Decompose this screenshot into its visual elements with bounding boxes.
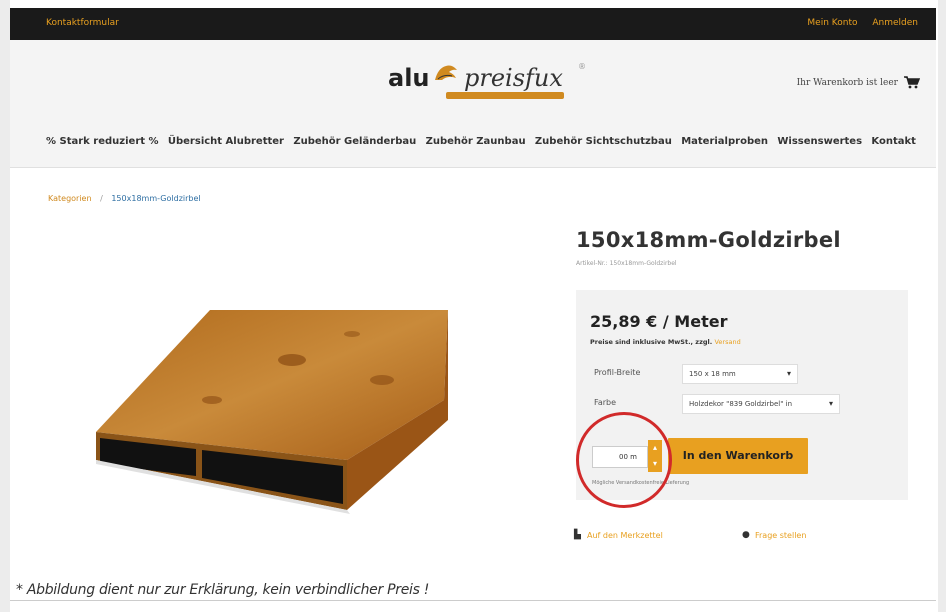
width-select-value: 150 x 18 mm: [689, 370, 736, 378]
shipping-link[interactable]: Versand: [714, 338, 740, 346]
my-account-link[interactable]: Mein Konto: [807, 18, 857, 28]
option-label-color: Farbe: [594, 398, 617, 407]
nav-item-alubretter[interactable]: Übersicht Alubretter: [168, 136, 284, 147]
breadcrumb-current[interactable]: 150x18mm-Goldzirbel: [111, 194, 200, 203]
nav-item-zaunbau[interactable]: Zubehör Zaunbau: [426, 136, 526, 147]
fox-logo-icon: [435, 65, 457, 80]
breadcrumb-root[interactable]: Kategorien: [48, 194, 92, 203]
option-label-width: Profil-Breite: [594, 368, 641, 377]
breadcrumb: Kategorien / 150x18mm-Goldzirbel: [48, 194, 201, 203]
nav-item-gelaenderbau[interactable]: Zubehör Geländerbau: [293, 136, 416, 147]
nav-item-sichtschutzbau[interactable]: Zubehör Sichtschutzbau: [535, 136, 672, 147]
product-title: 150x18mm-Goldzirbel: [576, 228, 841, 252]
color-select-value: Holzdekor "839 Goldzirbel" in: [689, 400, 793, 408]
question-icon: ●: [742, 530, 750, 540]
cart-status[interactable]: Ihr Warenkorb ist leer: [797, 76, 920, 89]
nav-item-kontakt[interactable]: Kontakt: [871, 136, 916, 147]
divider: [10, 600, 936, 601]
image-disclaimer: * Abbildung dient nur zur Erklärung, kei…: [16, 582, 430, 598]
product-article-number: Artikel-Nr.: 150x18mm-Goldzirbel: [576, 260, 677, 267]
color-select[interactable]: Holzdekor "839 Goldzirbel" in ▾: [682, 394, 840, 414]
top-bar: Kontaktformular Mein Konto Anmelden: [10, 8, 936, 40]
product-price: 25,89 € / Meter: [590, 312, 728, 331]
site-logo[interactable]: alu preisfux ®: [388, 58, 588, 104]
site-header: alu preisfux ® Ihr Warenkorb ist leer % …: [10, 40, 936, 168]
highlight-circle: [576, 412, 672, 508]
logo-registered-mark: ®: [578, 62, 586, 71]
wishlist-link[interactable]: ▙ Auf den Merkzettel: [574, 530, 663, 540]
tax-text: Preise sind inklusive MwSt., zzgl.: [590, 338, 713, 346]
breadcrumb-separator: /: [100, 194, 103, 203]
nav-item-materialproben[interactable]: Materialproben: [681, 136, 768, 147]
chevron-down-icon: ▾: [828, 399, 833, 408]
cart-label: Ihr Warenkorb ist leer: [796, 77, 898, 88]
contact-form-link[interactable]: Kontaktformular: [46, 18, 119, 28]
question-link[interactable]: ● Frage stellen: [742, 530, 806, 540]
add-to-cart-button[interactable]: In den Warenkorb: [668, 438, 808, 474]
logo-preisfux-text: preisfux: [464, 64, 563, 92]
logo-alu-text: alu: [388, 64, 430, 92]
question-label: Frage stellen: [755, 530, 807, 540]
product-image: [96, 310, 448, 514]
wishlist-label: Auf den Merkzettel: [587, 530, 663, 540]
nav-item-reduced[interactable]: % Stark reduziert %: [46, 136, 159, 147]
login-link[interactable]: Anmelden: [872, 18, 918, 28]
nav-item-wissenswertes[interactable]: Wissenswertes: [777, 136, 862, 147]
document-icon: ▙: [574, 530, 581, 540]
chevron-down-icon: ▾: [786, 369, 791, 378]
tax-info: Preise sind inklusive MwSt., zzgl. Versa…: [590, 338, 741, 346]
cart-icon: [904, 76, 920, 89]
width-select[interactable]: 150 x 18 mm ▾: [682, 364, 798, 384]
main-navigation: % Stark reduziert % Übersicht Alubretter…: [46, 136, 916, 147]
logo-tagline-bar: [446, 92, 564, 99]
account-links: Mein Konto Anmelden: [795, 18, 918, 28]
